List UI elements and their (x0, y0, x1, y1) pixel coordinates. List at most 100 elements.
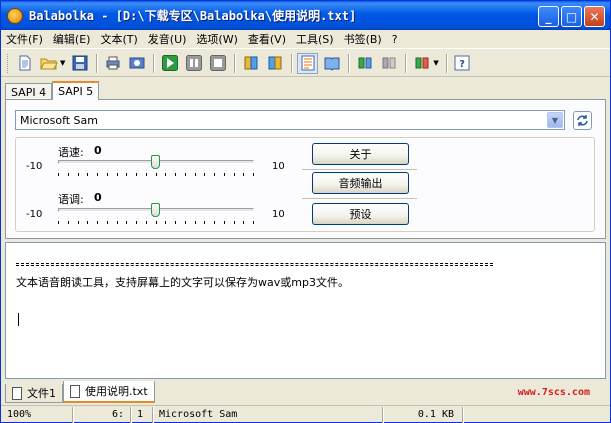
slider-tick (78, 173, 79, 176)
status-column: 1 (131, 406, 153, 423)
status-line: 6: (73, 406, 131, 423)
rate-max: 10 (272, 161, 285, 172)
voice-settings-group (15, 137, 595, 232)
text-editor[interactable]: 文本语音朗读工具，支持屏幕上的文字可以保存为wav或mp3文件。 (5, 242, 606, 379)
minimize-button[interactable]: _ (538, 6, 559, 27)
rate-slider-thumb[interactable] (151, 155, 160, 169)
pause-icon[interactable] (183, 53, 204, 74)
audio-output-button[interactable]: 音频输出 (312, 172, 409, 194)
slider-tick (68, 173, 69, 176)
prev-icon[interactable] (240, 53, 261, 74)
app-window: Balabolka - [D:\下载专区\Balabolka\使用说明.txt]… (0, 0, 611, 423)
speaker-left-icon[interactable] (354, 53, 375, 74)
slider-tick (156, 173, 157, 176)
slider-tick (234, 173, 235, 176)
book-icon[interactable] (321, 53, 342, 74)
open-folder-icon[interactable] (38, 53, 59, 74)
slider-tick (204, 221, 205, 224)
doc-tab-file1[interactable]: 文件1 (5, 384, 63, 403)
doc-tab-readme[interactable]: 使用说明.txt (63, 381, 155, 403)
rate-label: 语速: (58, 146, 84, 159)
help-icon[interactable]: ? (452, 53, 473, 74)
refresh-voices-icon[interactable] (573, 111, 592, 130)
pitch-slider-thumb[interactable] (151, 203, 160, 217)
toolbar-grip[interactable] (7, 53, 10, 73)
slider-tick (87, 221, 88, 224)
menu-bookmarks[interactable]: 书签(B) (339, 31, 387, 47)
menu-file[interactable]: 文件(F) (1, 31, 48, 47)
slider-tick (58, 173, 59, 176)
toolbar-separator (445, 53, 447, 73)
slider-tick (58, 221, 59, 224)
play-icon[interactable] (159, 53, 180, 74)
menu-view[interactable]: 查看(V) (243, 31, 291, 47)
document-icon (70, 384, 80, 398)
status-zoom: 100% (1, 406, 73, 423)
slider-tick (175, 221, 176, 224)
status-voice: Microsoft Sam (153, 406, 383, 423)
voice-select-value: Microsoft Sam (20, 114, 98, 127)
stop-icon[interactable] (207, 53, 228, 74)
print-icon[interactable] (102, 53, 123, 74)
pitch-max: 10 (272, 209, 285, 220)
rate-min: -10 (26, 161, 43, 172)
maximize-button[interactable]: □ (561, 6, 582, 27)
speaker-menu-icon[interactable] (411, 53, 432, 74)
slider-tick (117, 221, 118, 224)
convert-icon[interactable] (126, 53, 147, 74)
tab-sapi4[interactable]: SAPI 4 (5, 83, 53, 100)
pitch-slider-ticks (58, 221, 254, 224)
new-document-icon[interactable] (14, 53, 35, 74)
toolbar-separator (153, 53, 155, 73)
title-bar[interactable]: Balabolka - [D:\下载专区\Balabolka\使用说明.txt]… (1, 1, 610, 30)
presets-button[interactable]: 预设 (312, 203, 409, 225)
slider-tick (224, 173, 225, 176)
close-button[interactable]: ✕ (584, 6, 605, 27)
slider-tick (165, 221, 166, 224)
tab-sapi5[interactable]: SAPI 5 (52, 81, 100, 100)
open-dropdown-arrow-icon[interactable]: ▼ (60, 59, 65, 67)
menu-edit[interactable]: 编辑(E) (48, 31, 96, 47)
slider-tick (107, 221, 108, 224)
save-icon[interactable] (69, 53, 90, 74)
chevron-down-icon[interactable]: ▼ (547, 112, 563, 128)
balabolka-app-icon[interactable] (7, 7, 23, 24)
slider-tick (87, 173, 88, 176)
slider-tick (97, 221, 98, 224)
slider-tick (136, 221, 137, 224)
speaker-dropdown-arrow-icon[interactable]: ▼ (433, 59, 438, 67)
button-separator (302, 198, 417, 199)
slider-tick (107, 173, 108, 176)
site-watermark: www.7scs.com (517, 387, 590, 398)
text-view-icon[interactable] (297, 52, 319, 74)
slider-tick (117, 173, 118, 176)
slider-tick (185, 221, 186, 224)
slider-tick (214, 221, 215, 224)
sapi-tabs: SAPI 4 SAPI 5 (5, 81, 100, 100)
about-button[interactable]: 关于 (312, 143, 409, 165)
voice-select[interactable]: Microsoft Sam ▼ (15, 110, 565, 130)
speaker-right-icon[interactable] (378, 53, 399, 74)
slider-tick (243, 173, 244, 176)
slider-tick (204, 173, 205, 176)
editor-text-line: 文本语音朗读工具，支持屏幕上的文字可以保存为wav或mp3文件。 (16, 276, 349, 289)
document-tabs: 文件1 使用说明.txt (5, 381, 606, 403)
menu-tools[interactable]: 工具(S) (291, 31, 339, 47)
menu-help[interactable]: ? (387, 33, 403, 46)
slider-tick (175, 173, 176, 176)
menu-options[interactable]: 选项(W) (191, 31, 242, 47)
menu-pronunciation[interactable]: 发音(U) (143, 31, 192, 47)
pitch-value: 0 (94, 191, 102, 204)
doc-tab-label: 使用说明.txt (85, 385, 148, 398)
toolbar-separator (348, 53, 350, 73)
slider-tick (68, 221, 69, 224)
menu-text[interactable]: 文本(T) (95, 31, 142, 47)
editor-separator-line (16, 263, 493, 266)
button-separator (302, 169, 417, 170)
next-icon[interactable] (264, 53, 285, 74)
toolbar-separator (96, 53, 98, 73)
slider-tick (224, 221, 225, 224)
slider-tick (214, 173, 215, 176)
doc-tab-label: 文件1 (27, 387, 56, 400)
slider-tick (243, 221, 244, 224)
